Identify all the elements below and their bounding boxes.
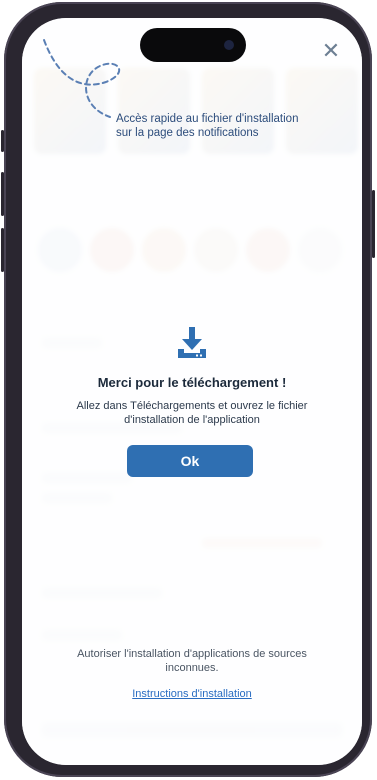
volume-up-button [1,172,4,216]
download-icon [178,327,206,358]
action-button [1,130,4,152]
close-icon[interactable]: ✕ [320,40,342,62]
power-button [372,190,375,258]
thanks-title: Merci pour le téléchargement ! [97,375,287,390]
ok-button[interactable]: Ok [127,445,253,477]
installation-instructions-link[interactable]: Instructions d'installation [22,688,362,700]
dynamic-island [140,28,246,62]
front-camera [224,40,234,50]
allow-unknown-sources-text: Autoriser l'installation d'applications … [77,648,307,674]
notification-hint: Accès rapide au fichier d'installation s… [116,113,299,139]
phone-frame: ✕ Accès rapide au fichier d'installation… [1,2,375,777]
dashed-arrow-icon [43,39,121,118]
instructions-message: Allez dans Téléchargements et ouvrez le … [76,400,308,426]
screen: ✕ Accès rapide au fichier d'installation… [22,18,362,765]
volume-down-button [1,228,4,272]
